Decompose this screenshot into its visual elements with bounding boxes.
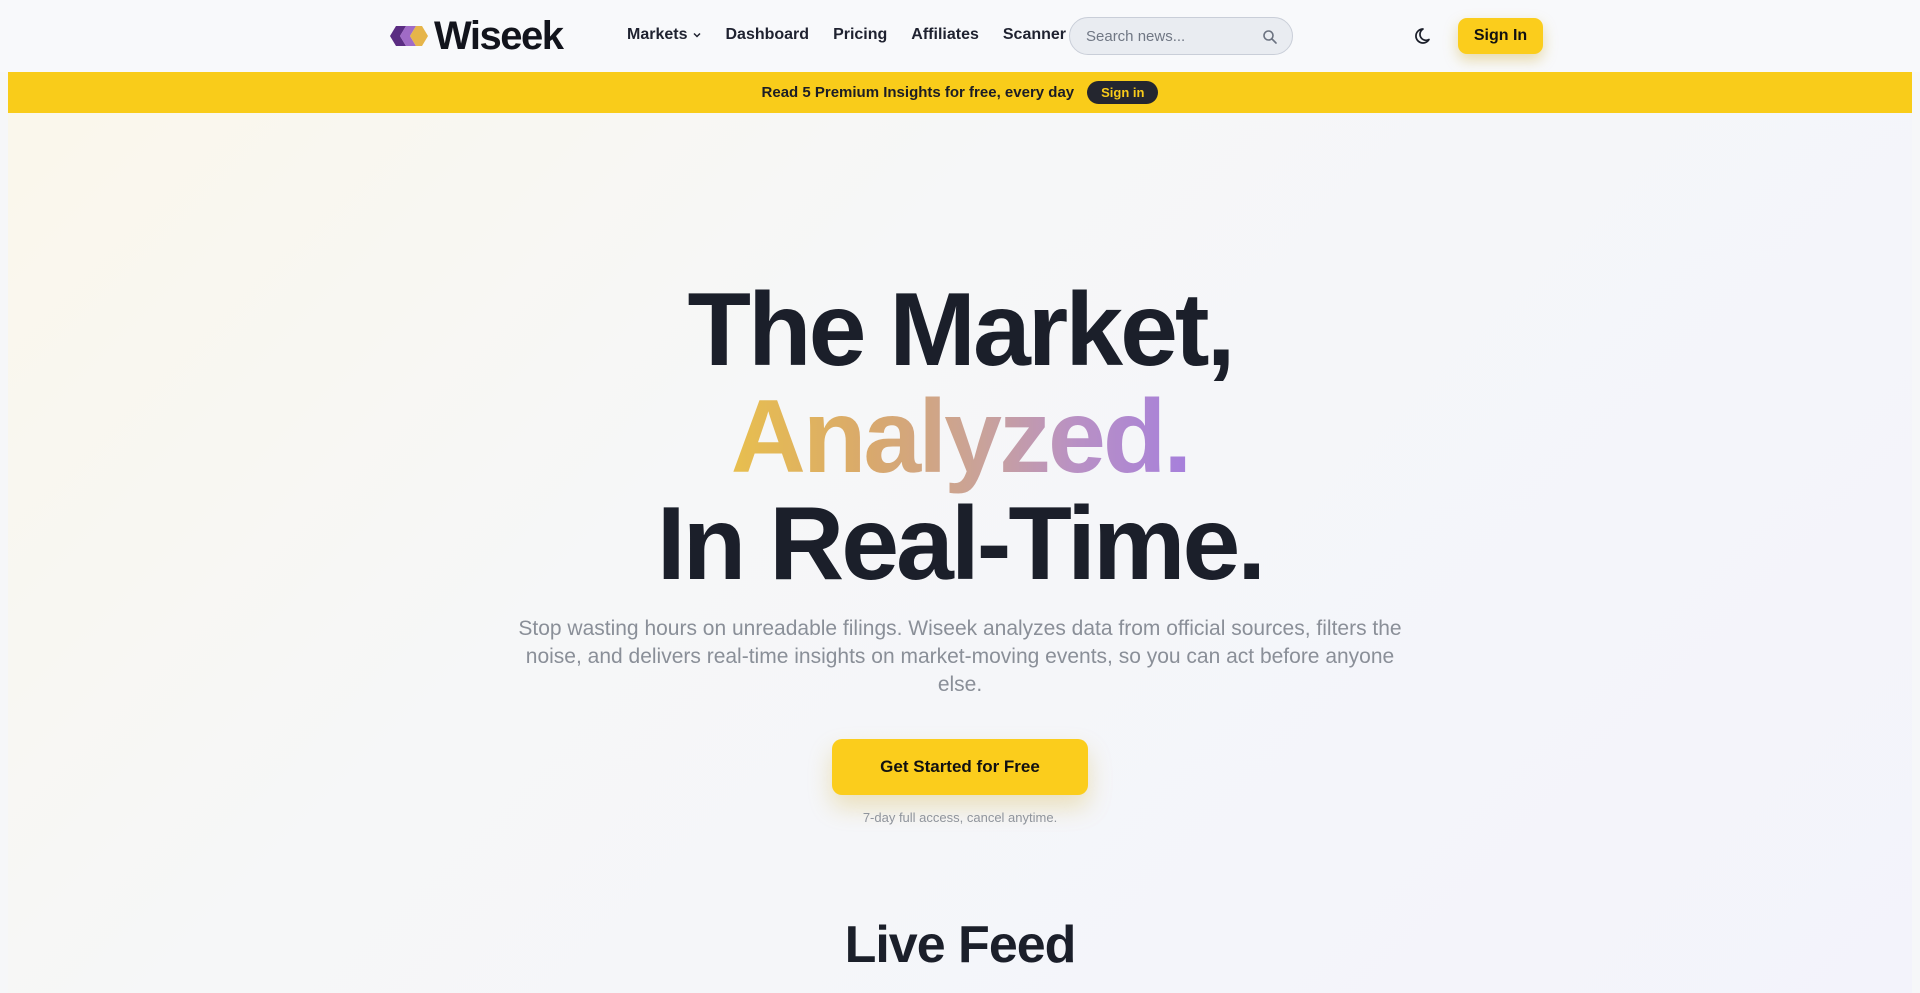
hero-subtitle: Stop wasting hours on unreadable filings… (518, 617, 1402, 696)
banner-text: Read 5 Premium Insights for free, every … (761, 84, 1075, 101)
banner-sign-in-button[interactable]: Sign in (1087, 81, 1159, 104)
chevron-down-icon (693, 32, 702, 38)
nav-item-scanner[interactable]: Scanner (1003, 26, 1066, 44)
moon-icon[interactable] (1414, 25, 1436, 47)
nav-item-label: Affiliates (911, 26, 979, 43)
logo-mark-icon (390, 26, 428, 46)
main-nav: Markets Dashboard Pricing Affiliates Sca… (627, 26, 1090, 44)
nav-item-label: Markets (627, 26, 688, 43)
nav-item-label: Scanner (1002, 26, 1067, 43)
nav-item-pricing[interactable]: Pricing (833, 26, 887, 44)
hero-gradient-word: Analyzed. (730, 379, 1192, 495)
promo-banner: Read 5 Premium Insights for free, every … (8, 72, 1912, 113)
hero-title-line-3: In Real-Time. (656, 486, 1266, 602)
live-feed-heading: Live Feed (844, 916, 1077, 974)
hero-title-line-2: Analyzed. (0, 385, 1920, 489)
nav-item-dashboard[interactable]: Dashboard (725, 26, 809, 44)
brand-name: Wiseek (434, 13, 564, 58)
hero-title-line-1: The Market, (687, 272, 1236, 388)
nav-item-affiliates[interactable]: Affiliates (911, 26, 979, 44)
get-started-button[interactable]: Get Started for Free (832, 739, 1088, 795)
nav-item-label: Pricing (833, 26, 888, 43)
top-header: Wiseek Markets Dashboard Pricing Affilia… (0, 0, 1920, 72)
brand-logo[interactable]: Wiseek (390, 13, 564, 58)
cta-note: 7-day full access, cancel anytime. (862, 810, 1058, 825)
search-input[interactable] (1086, 18, 1256, 54)
nav-item-markets[interactable]: Markets (627, 26, 702, 44)
search-icon[interactable] (1262, 29, 1278, 45)
sign-in-button[interactable]: Sign In (1458, 18, 1543, 54)
nav-item-label: Dashboard (725, 26, 810, 43)
search-box (1069, 17, 1293, 55)
